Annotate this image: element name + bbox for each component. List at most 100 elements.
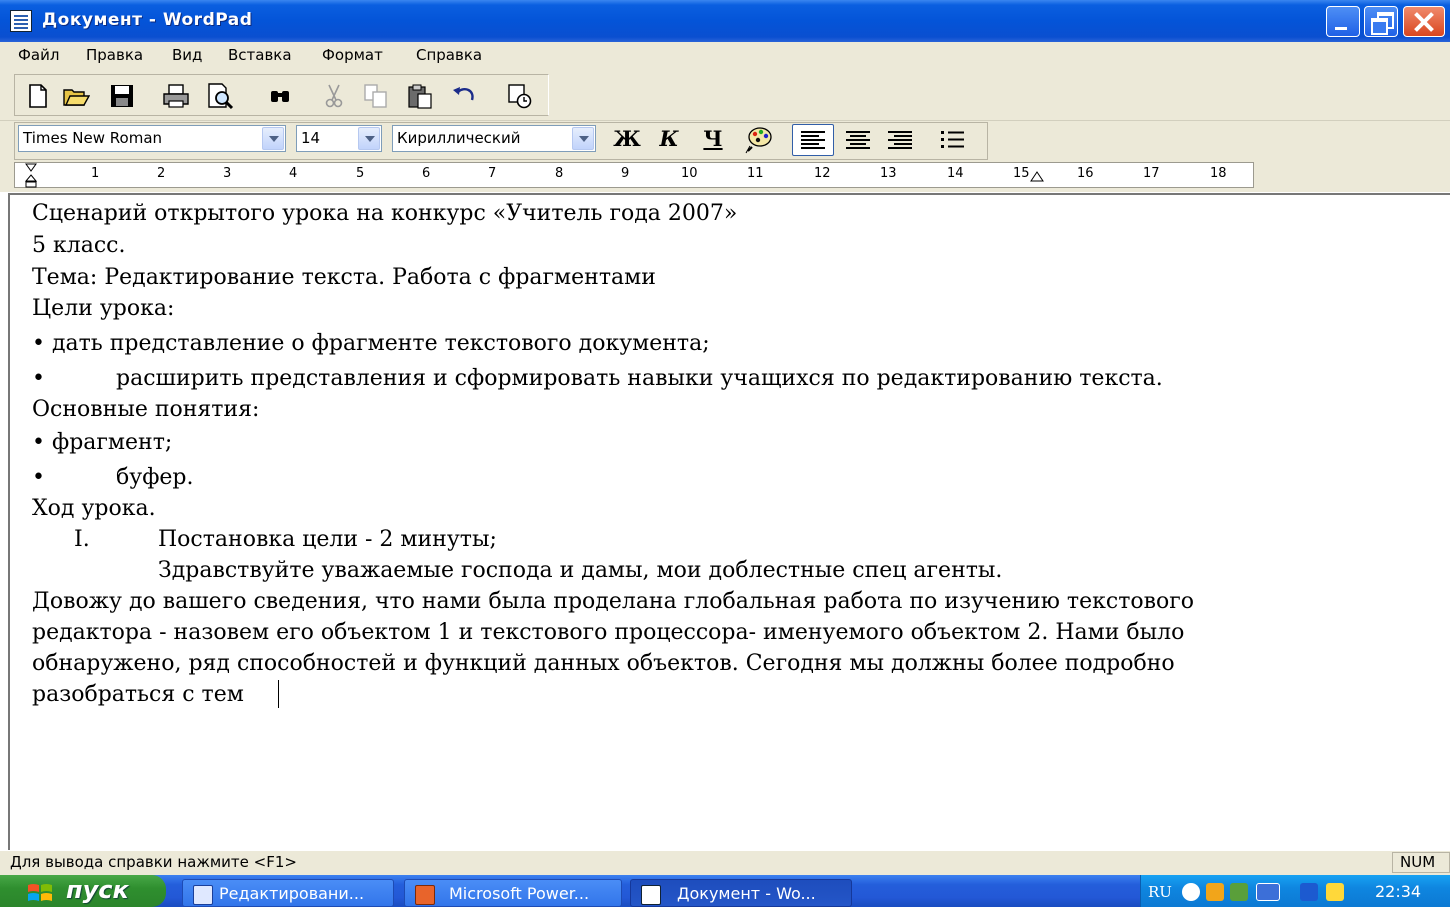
- script-value: Кириллический: [397, 129, 521, 147]
- ruler-mark: 17: [1143, 166, 1160, 181]
- doc-line: Постановка цели - 2 минуты;: [158, 527, 497, 552]
- num-lock-indicator: NUM: [1400, 853, 1436, 871]
- menu-file[interactable]: Файл: [18, 46, 59, 64]
- copy-icon[interactable]: [362, 82, 390, 110]
- word-icon: [193, 885, 213, 905]
- powerpoint-icon: [415, 885, 435, 905]
- chevron-down-icon[interactable]: [358, 127, 380, 150]
- doc-line: • фрагмент;: [32, 430, 173, 455]
- font-size-select[interactable]: 14: [296, 125, 382, 152]
- doc-line: Цели урока:: [32, 296, 175, 321]
- taskbar-item-powerpoint[interactable]: Microsoft Power...: [404, 879, 622, 907]
- menu-help[interactable]: Справка: [416, 46, 482, 64]
- task-label: Документ - Wo...: [677, 884, 816, 903]
- font-name-value: Times New Roman: [23, 129, 163, 147]
- taskbar-item-wordpad[interactable]: Документ - Wo...: [630, 879, 852, 907]
- language-indicator[interactable]: RU: [1148, 883, 1172, 901]
- text-caret: [278, 680, 279, 708]
- pen-icon[interactable]: [1230, 883, 1248, 901]
- doc-line: • дать представление о фрагменте текстов…: [32, 331, 710, 356]
- insert-datetime-icon[interactable]: [506, 82, 534, 110]
- align-left-button[interactable]: [792, 124, 834, 156]
- restore-button[interactable]: [1364, 6, 1398, 37]
- chevron-down-icon[interactable]: [572, 127, 594, 150]
- status-help-text: Для вывода справки нажмите <F1>: [10, 853, 297, 871]
- wordpad-icon: [641, 885, 661, 905]
- network-icon[interactable]: [1206, 883, 1224, 901]
- ruler-mark: 12: [814, 166, 831, 181]
- window-title: Документ - WordPad: [42, 10, 253, 30]
- underline-button[interactable]: Ч: [696, 124, 730, 154]
- cut-icon[interactable]: [320, 82, 348, 110]
- doc-line: Ход урока.: [32, 496, 156, 521]
- ruler[interactable]: 1 2 3 4 5 6 7 8 9 10 11 12 13 14 15 16 1…: [14, 162, 1254, 188]
- italic-button[interactable]: К: [652, 124, 686, 154]
- tray-expand-icon[interactable]: [1182, 883, 1200, 901]
- doc-line: Довожу до вашего сведения, что нами была…: [32, 589, 1195, 614]
- script-select[interactable]: Кириллический: [392, 125, 596, 152]
- ruler-mark: 8: [555, 166, 564, 181]
- ruler-mark: 18: [1210, 166, 1227, 181]
- align-left-icon: [801, 131, 825, 149]
- ruler-mark: 3: [223, 166, 232, 181]
- undo-icon[interactable]: [450, 82, 478, 110]
- start-label: пуск: [66, 876, 129, 904]
- doc-list-number: I.: [74, 527, 90, 552]
- bold-button[interactable]: Ж: [610, 124, 644, 154]
- doc-line: буфер.: [116, 465, 194, 490]
- doc-bullet: •: [32, 366, 45, 391]
- open-folder-icon[interactable]: [62, 82, 90, 110]
- left-indent-marker-icon[interactable]: [24, 163, 38, 189]
- right-indent-marker-icon[interactable]: [1030, 170, 1044, 186]
- ruler-mark: 4: [289, 166, 298, 181]
- close-button[interactable]: [1403, 6, 1445, 37]
- menu-view[interactable]: Вид: [172, 46, 202, 64]
- doc-line: разобраться с тем: [32, 682, 244, 707]
- align-right-icon[interactable]: [880, 125, 920, 155]
- save-icon[interactable]: [108, 82, 136, 110]
- font-size-value: 14: [301, 129, 321, 147]
- wordpad-app-icon[interactable]: [10, 10, 32, 32]
- doc-line: Основные понятия:: [32, 397, 260, 422]
- windows-logo-icon: [28, 884, 52, 901]
- doc-line: расширить представления и сформировать н…: [116, 366, 1163, 391]
- ruler-mark: 14: [947, 166, 964, 181]
- media-icon[interactable]: [1300, 883, 1318, 901]
- menu-edit[interactable]: Правка: [86, 46, 143, 64]
- task-label: Редактировани...: [219, 884, 365, 903]
- ruler-mark: 15: [1013, 166, 1030, 181]
- menu-insert[interactable]: Вставка: [228, 46, 292, 64]
- chevron-down-icon[interactable]: [262, 127, 284, 150]
- ruler-mark: 13: [880, 166, 897, 181]
- doc-line: обнаружено, ряд способностей и функций д…: [32, 651, 1175, 676]
- find-icon[interactable]: [266, 82, 294, 110]
- doc-line: Сценарий открытого урока на конкурс «Учи…: [32, 201, 738, 226]
- doc-line: Тема: Редактирование текста. Работа с фр…: [32, 265, 656, 290]
- paste-icon[interactable]: [406, 82, 434, 110]
- menu-bar: [0, 42, 1450, 71]
- monitor-icon[interactable]: [1326, 883, 1344, 901]
- minimize-button[interactable]: [1326, 6, 1360, 37]
- ruler-mark: 11: [747, 166, 764, 181]
- ruler-mark: 5: [356, 166, 365, 181]
- color-palette-icon[interactable]: [744, 126, 774, 154]
- ruler-mark: 6: [422, 166, 431, 181]
- ruler-mark: 16: [1077, 166, 1094, 181]
- document-editor[interactable]: Сценарий открытого урока на конкурс «Учи…: [8, 193, 1450, 850]
- taskbar-item-word[interactable]: Редактировани...: [182, 879, 394, 907]
- ruler-mark: 2: [157, 166, 166, 181]
- ruler-mark: 9: [621, 166, 630, 181]
- doc-line: Здравствуйте уважаемые господа и дамы, м…: [158, 558, 1003, 583]
- doc-line: 5 класс.: [32, 233, 126, 258]
- print-preview-icon[interactable]: [206, 82, 234, 110]
- align-center-icon[interactable]: [838, 125, 878, 155]
- task-label: Microsoft Power...: [449, 884, 590, 903]
- doc-bullet: •: [32, 465, 45, 490]
- doc-line: редактора - назовем его объектом 1 и тек…: [32, 620, 1185, 645]
- print-icon[interactable]: [162, 82, 190, 110]
- new-document-icon[interactable]: [24, 82, 52, 110]
- keyboard-layout-icon[interactable]: [1256, 883, 1280, 901]
- bullets-icon[interactable]: [932, 125, 972, 155]
- menu-format[interactable]: Формат: [322, 46, 383, 64]
- font-name-select[interactable]: Times New Roman: [18, 125, 286, 152]
